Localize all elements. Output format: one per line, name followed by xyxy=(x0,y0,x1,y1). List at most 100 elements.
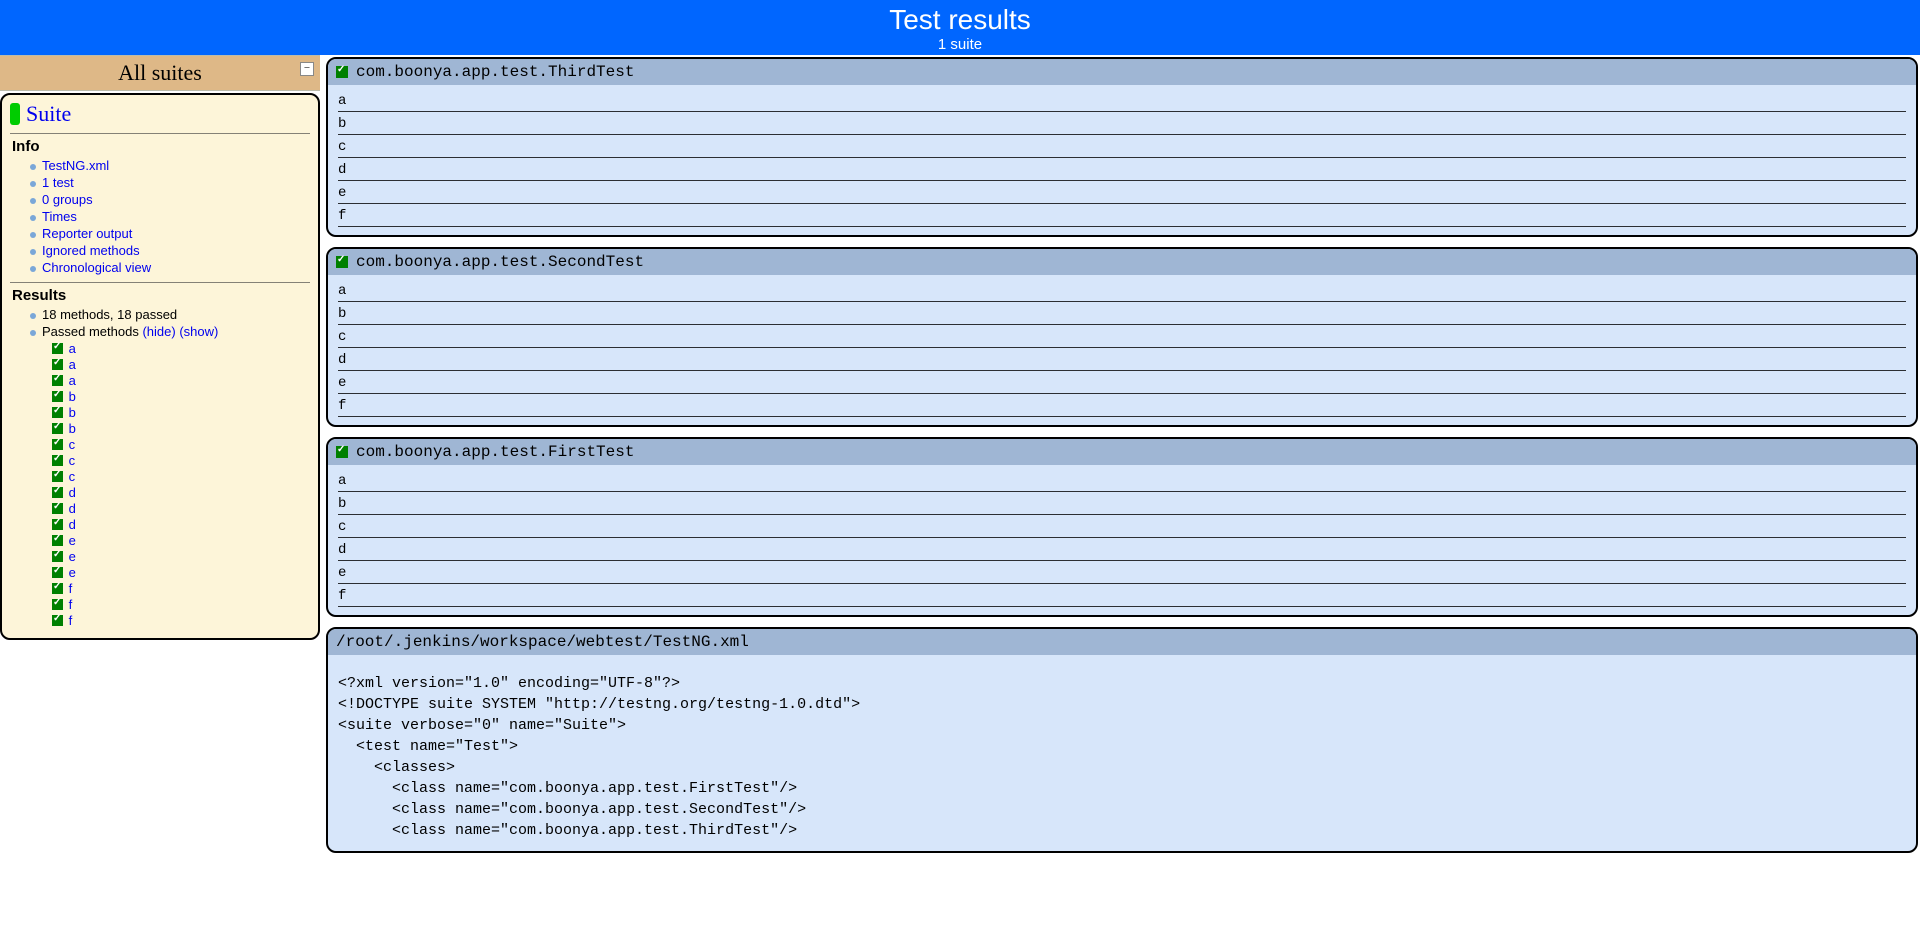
test-class-header[interactable]: com.boonya.app.test.FirstTest xyxy=(328,439,1916,465)
method-item[interactable]: c xyxy=(52,452,310,468)
method-name: e xyxy=(65,549,76,564)
method-item[interactable]: a xyxy=(52,372,310,388)
test-method-row[interactable]: a xyxy=(338,279,1906,299)
test-method-row[interactable]: b xyxy=(338,302,1906,322)
method-item[interactable]: c xyxy=(52,468,310,484)
method-item[interactable]: c xyxy=(52,436,310,452)
divider xyxy=(338,537,1906,538)
method-name: e xyxy=(65,565,76,580)
method-name: c xyxy=(65,437,75,452)
divider xyxy=(338,111,1906,112)
method-name: d xyxy=(65,517,76,532)
method-list: a a a b b b c c c d d d e e e f f f xyxy=(10,340,310,628)
test-method-row[interactable]: f xyxy=(338,204,1906,224)
show-link[interactable]: (show) xyxy=(179,324,218,339)
method-item[interactable]: a xyxy=(52,340,310,356)
method-name: a xyxy=(65,341,76,356)
checkmark-icon xyxy=(52,391,63,402)
info-item[interactable]: Ignored methods xyxy=(30,242,310,259)
test-method-row[interactable]: b xyxy=(338,112,1906,132)
divider xyxy=(338,514,1906,515)
divider xyxy=(338,157,1906,158)
test-method-row[interactable]: c xyxy=(338,515,1906,535)
method-item[interactable]: e xyxy=(52,532,310,548)
info-item[interactable]: 0 groups xyxy=(30,191,310,208)
divider xyxy=(338,393,1906,394)
method-name: d xyxy=(65,485,76,500)
test-method-row[interactable]: f xyxy=(338,394,1906,414)
checkmark-icon xyxy=(336,66,348,78)
divider xyxy=(338,491,1906,492)
method-name: f xyxy=(65,613,72,628)
info-item[interactable]: TestNG.xml xyxy=(30,157,310,174)
hide-link[interactable]: (hide) xyxy=(142,324,175,339)
method-item[interactable]: b xyxy=(52,404,310,420)
test-method-row[interactable]: d xyxy=(338,348,1906,368)
suite-link[interactable]: Suite xyxy=(26,101,71,127)
test-method-row[interactable]: f xyxy=(338,584,1906,604)
method-item[interactable]: d xyxy=(52,500,310,516)
method-item[interactable]: d xyxy=(52,516,310,532)
method-item[interactable]: a xyxy=(52,356,310,372)
page-header: Test results 1 suite xyxy=(0,0,1920,55)
divider xyxy=(338,583,1906,584)
all-suites-label: All suites xyxy=(118,60,202,85)
results-list: 18 methods, 18 passed Passed methods (hi… xyxy=(10,306,310,340)
checkmark-icon xyxy=(52,439,63,450)
method-name: a xyxy=(65,357,76,372)
checkmark-icon xyxy=(52,423,63,434)
info-link[interactable]: Chronological view xyxy=(42,260,151,275)
info-link[interactable]: 1 test xyxy=(42,175,74,190)
method-item[interactable]: e xyxy=(52,564,310,580)
test-class-header[interactable]: com.boonya.app.test.ThirdTest xyxy=(328,59,1916,85)
method-item[interactable]: f xyxy=(52,580,310,596)
xml-path: /root/.jenkins/workspace/webtest/TestNG.… xyxy=(336,633,749,651)
test-class-body: abcdef xyxy=(328,465,1916,615)
test-class-name: com.boonya.app.test.ThirdTest xyxy=(356,63,634,81)
test-method-row[interactable]: e xyxy=(338,561,1906,581)
method-item[interactable]: e xyxy=(52,548,310,564)
method-item[interactable]: f xyxy=(52,612,310,628)
info-link[interactable]: 0 groups xyxy=(42,192,93,207)
method-name: f xyxy=(65,597,72,612)
results-summary: 18 methods, 18 passed xyxy=(30,306,310,323)
info-item[interactable]: Chronological view xyxy=(30,259,310,276)
checkmark-icon xyxy=(52,471,63,482)
sidebar: All suites − Suite Info TestNG.xml1 test… xyxy=(0,55,320,952)
test-method-row[interactable]: a xyxy=(338,469,1906,489)
info-item[interactable]: Times xyxy=(30,208,310,225)
method-item[interactable]: b xyxy=(52,388,310,404)
test-class-header[interactable]: com.boonya.app.test.SecondTest xyxy=(328,249,1916,275)
info-link[interactable]: Times xyxy=(42,209,77,224)
main-scroll[interactable]: com.boonya.app.test.ThirdTestabcdefcom.b… xyxy=(326,57,1918,952)
test-method-row[interactable]: b xyxy=(338,492,1906,512)
collapse-icon[interactable]: − xyxy=(300,62,314,76)
test-method-row[interactable]: d xyxy=(338,538,1906,558)
test-method-row[interactable]: c xyxy=(338,325,1906,345)
info-link[interactable]: Reporter output xyxy=(42,226,132,241)
checkmark-icon xyxy=(52,535,63,546)
method-item[interactable]: f xyxy=(52,596,310,612)
status-pass-icon xyxy=(10,103,20,125)
test-method-row[interactable]: c xyxy=(338,135,1906,155)
info-link[interactable]: TestNG.xml xyxy=(42,158,109,173)
method-name: b xyxy=(65,421,76,436)
info-list: TestNG.xml 1 test 0 groups Times Reporter ou… xyxy=(10,157,310,276)
checkmark-icon xyxy=(52,551,63,562)
divider xyxy=(338,324,1906,325)
test-method-row[interactable]: a xyxy=(338,89,1906,109)
results-heading: Results xyxy=(12,287,310,304)
info-item[interactable]: 1 test xyxy=(30,174,310,191)
method-item[interactable]: d xyxy=(52,484,310,500)
test-method-row[interactable]: e xyxy=(338,371,1906,391)
checkmark-icon xyxy=(52,343,63,354)
main-content: com.boonya.app.test.ThirdTestabcdefcom.b… xyxy=(320,55,1920,952)
test-method-row[interactable]: e xyxy=(338,181,1906,201)
suite-panel: Suite Info TestNG.xml1 test0 groupsTimes… xyxy=(0,93,320,640)
info-item[interactable]: Reporter output xyxy=(30,225,310,242)
xml-panel-header: /root/.jenkins/workspace/webtest/TestNG.… xyxy=(328,629,1916,655)
test-method-row[interactable]: d xyxy=(338,158,1906,178)
passed-methods-label: Passed methods xyxy=(42,324,139,339)
method-item[interactable]: b xyxy=(52,420,310,436)
info-link[interactable]: Ignored methods xyxy=(42,243,140,258)
